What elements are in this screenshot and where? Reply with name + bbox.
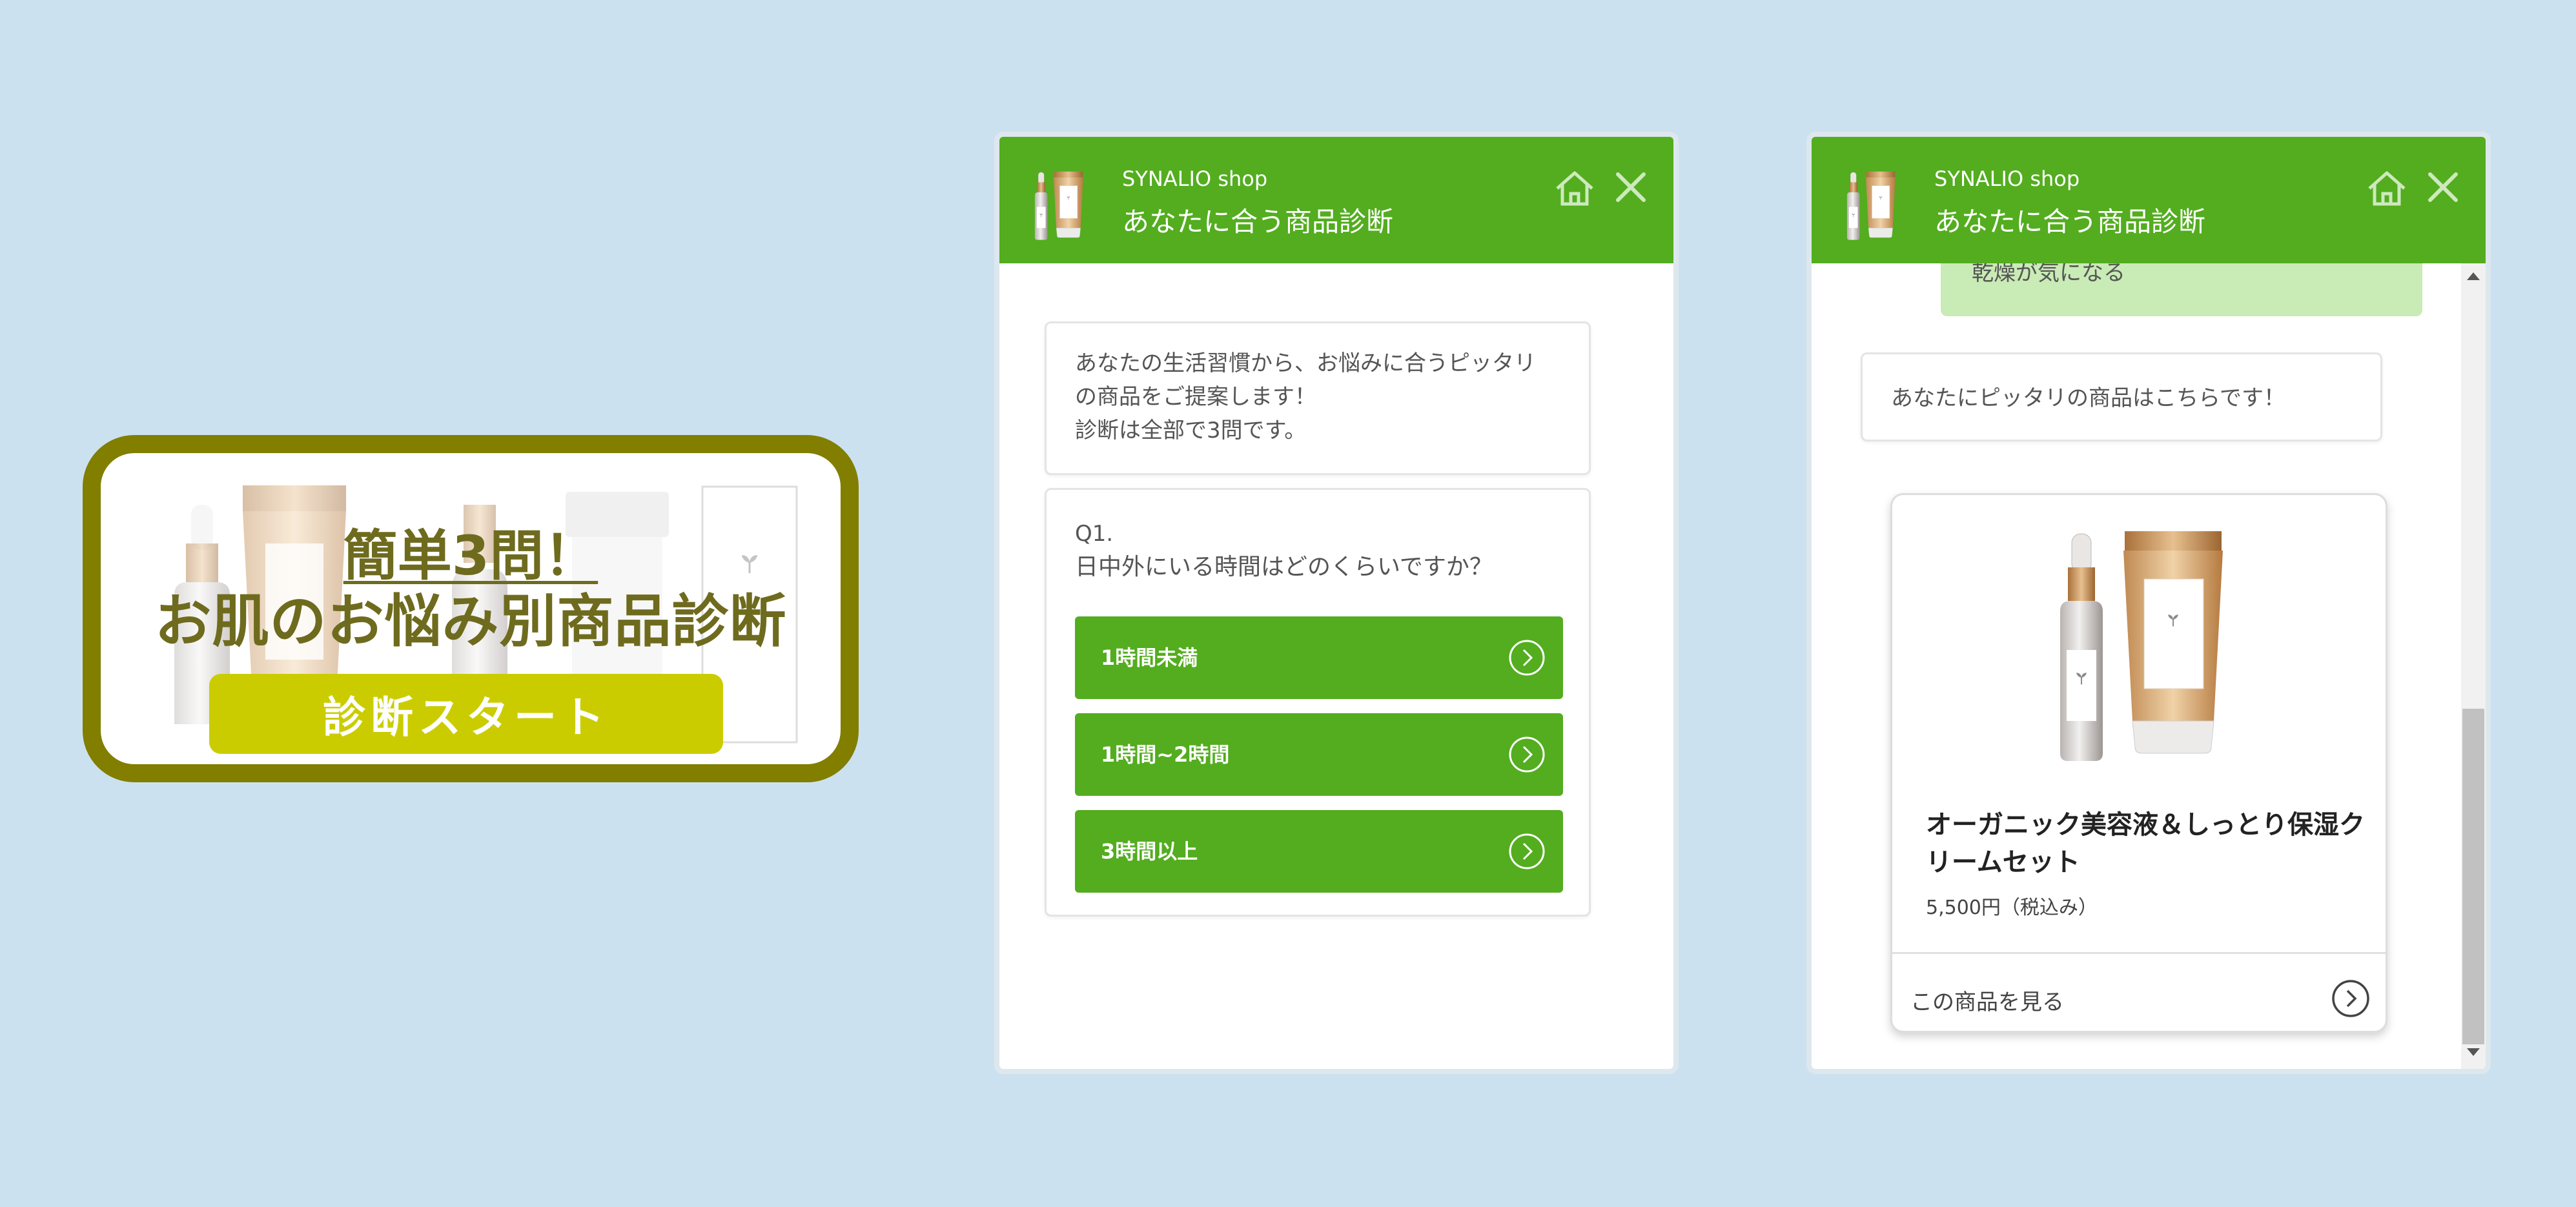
view-product-link[interactable]: この商品を見る [1910,984,2064,1016]
scrollbar[interactable] [2461,263,2486,1069]
product-logo-icon [1032,170,1090,241]
start-diagnosis-button[interactable]: 診断スタート [209,674,723,754]
home-icon[interactable] [2366,169,2408,208]
question-text: 日中外にいる時間はどのくらいですか？ [1075,554,1493,580]
product-name[interactable]: オーガニック美容液＆しっとり保湿クリームセット [1926,806,2365,881]
shop-name: SYNALIO shop [1934,167,2080,191]
chat-window-result: 乾燥が気になる あなたにピッタリの商品はこちらです！ オーガニック美容液＆しっと… [1806,132,2491,1074]
product-image [2054,527,2241,766]
close-icon[interactable] [2424,168,2462,207]
chevron-right-circle-icon [1509,736,1545,773]
chat-title: あなたに合う商品診断 [1122,206,1394,238]
question-card: Q1. 日中外にいる時間はどのくらいですか？ 1時間未満 1時間~2時間 3時間… [1045,488,1591,917]
shop-name: SYNALIO shop [1122,167,1268,191]
result-message: あなたにピッタリの商品はこちらです！ [1861,352,2382,441]
product-card[interactable]: オーガニック美容液＆しっとり保湿クリームセット 5,500円（税込み） この商品… [1890,493,2387,1033]
product-logo-icon [1844,170,1902,241]
answer-option-label: 1時間未満 [1101,645,1198,670]
intro-message: あなたの生活習慣から、お悩みに合うピッタリ の商品をご提案します！ 診断は全部で… [1045,321,1591,475]
chat-header: SYNALIO shop あなたに合う商品診断 [999,137,1673,263]
intro-line: あなたの生活習慣から、お悩みに合うピッタリ [1075,350,1536,376]
divider [1892,952,2386,954]
chevron-right-circle-icon[interactable] [2330,978,2371,1019]
answer-option[interactable]: 1時間未満 [1075,616,1563,699]
home-icon[interactable] [1553,169,1596,208]
intro-line: の商品をご提案します！ [1075,384,1316,410]
scroll-up-arrow-icon[interactable] [2467,272,2480,280]
answer-option-label: 3時間以上 [1101,839,1198,864]
chat-title: あなたに合う商品診断 [1934,206,2206,238]
scrollbar-thumb[interactable] [2462,709,2484,1044]
answer-option[interactable]: 3時間以上 [1075,810,1563,893]
chat-header: SYNALIO shop あなたに合う商品診断 [1812,137,2486,263]
answer-option-label: 1時間~2時間 [1101,742,1230,767]
chevron-right-circle-icon [1509,640,1545,676]
scroll-down-arrow-icon[interactable] [2467,1048,2480,1056]
banner-title-line2: お肌のお悩み別商品診断 [154,588,787,654]
product-price: 5,500円（税込み） [1926,897,2098,919]
chevron-right-circle-icon [1509,833,1545,869]
question-number: Q1. [1075,521,1114,547]
diagnosis-banner[interactable]: 簡単3問！ お肌のお悩み別商品診断 診断スタート [83,435,859,782]
close-icon[interactable] [1611,168,1650,207]
previous-answer-bubble: 乾燥が気になる [1941,262,2422,316]
chat-window-question: SYNALIO shop あなたに合う商品診断 あなたの生活習慣から、お悩みに合… [994,132,1679,1074]
answer-option[interactable]: 1時間~2時間 [1075,713,1563,796]
intro-line: 診断は全部で3問です。 [1075,418,1307,443]
